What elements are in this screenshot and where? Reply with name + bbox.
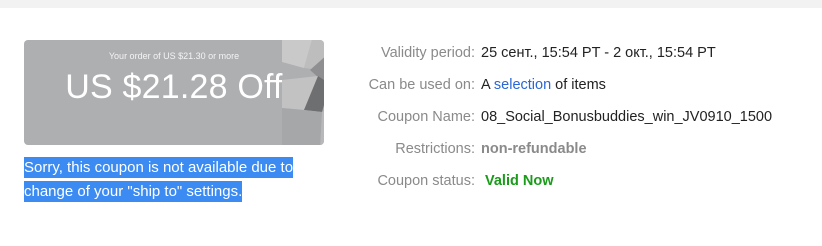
usable-value: A selection of items: [481, 77, 606, 93]
restrictions-row: Restrictions: non-refundable: [340, 141, 810, 161]
restrictions-label: Restrictions:: [395, 141, 475, 157]
coupon-name-value: 08_Social_Bonusbuddies_win_JV0910_1500: [481, 109, 773, 125]
validity-label: Validity period:: [380, 45, 475, 61]
warning-line-2: change of your "ship to" settings.: [24, 181, 243, 202]
status-label: Coupon status:: [377, 173, 475, 189]
usable-row: Can be used on: A selection of items: [340, 77, 810, 97]
status-row: Coupon status: Valid Now: [340, 173, 810, 193]
top-bar: [0, 0, 822, 8]
coupon-min-order: Your order of US $21.30 or more: [108, 51, 240, 61]
coupon-card: Your order of US $21.30 or more US $21.2…: [24, 40, 324, 145]
coupon-decoration-icon: [282, 40, 324, 145]
restrictions-value: non-refundable: [481, 141, 587, 157]
coupon-unavailable-warning: Sorry, this coupon is not available due …: [24, 156, 304, 204]
coupon-amount: US $21.28 Off: [65, 68, 283, 106]
selection-link[interactable]: selection: [494, 77, 551, 93]
usable-prefix: A: [481, 77, 490, 93]
usable-suffix: of items: [555, 77, 606, 93]
validity-row: Validity period: 25 сент., 15:54 PT - 2 …: [340, 45, 810, 65]
usable-label: Can be used on:: [368, 77, 475, 93]
status-badge: Valid Now: [485, 173, 554, 189]
coupon-name-row: Coupon Name: 08_Social_Bonusbuddies_win_…: [340, 109, 810, 129]
validity-value: 25 сент., 15:54 PT - 2 окт., 15:54 PT: [481, 45, 716, 61]
warning-line-1: Sorry, this coupon is not available due …: [24, 157, 294, 178]
coupon-name-label: Coupon Name:: [377, 109, 475, 125]
